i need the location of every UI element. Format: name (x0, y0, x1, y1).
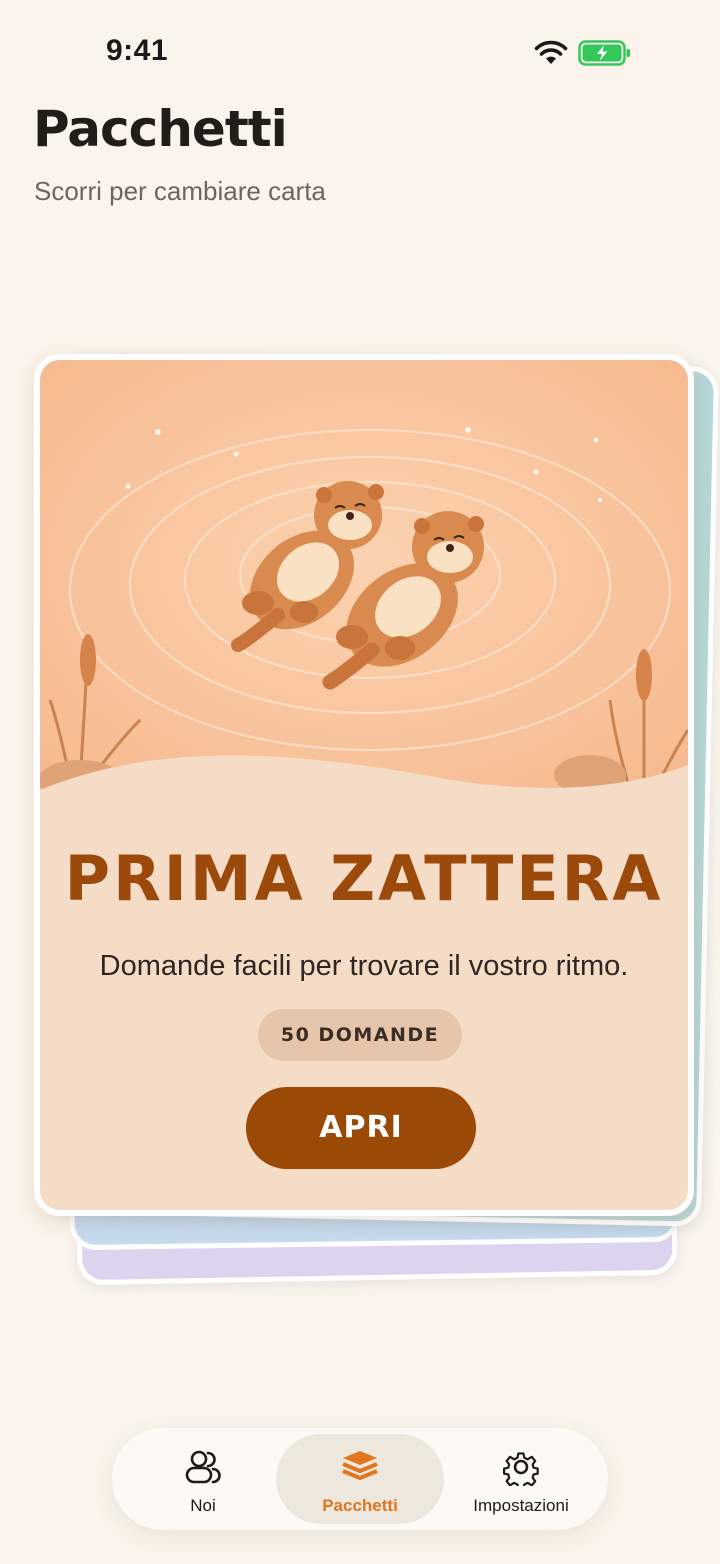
tab-pacchetti-label: Pacchetti (322, 1496, 398, 1515)
tab-impostazioni-label: Impostazioni (473, 1496, 569, 1515)
deck-description: Domande facili per trovare il vostro rit… (99, 950, 629, 982)
page-subtitle: Scorri per cambiare carta (34, 176, 326, 206)
tab-bar: Noi Pacchetti Impostazioni (112, 1428, 608, 1530)
status-time: 9:41 (106, 34, 169, 67)
deck-card[interactable]: PRIMA ZATTERA Domande facili per trovare… (34, 354, 694, 1216)
battery-icon (578, 40, 630, 66)
tab-impostazioni[interactable]: Impostazioni (446, 1434, 596, 1524)
people-icon (185, 1450, 221, 1484)
open-deck-button[interactable]: APRI (246, 1087, 476, 1169)
stack-icon (342, 1451, 378, 1480)
gear-icon (503, 1452, 539, 1486)
question-count-badge: 50 DOMANDE (258, 1009, 462, 1061)
tab-noi[interactable]: Noi (128, 1434, 278, 1524)
otters-illustration (40, 360, 688, 810)
deck-title: PRIMA ZATTERA (64, 842, 664, 915)
page-title: Pacchetti (33, 100, 288, 158)
wifi-icon (534, 40, 568, 64)
tab-noi-label: Noi (190, 1496, 216, 1515)
tab-pacchetti[interactable]: Pacchetti (276, 1434, 444, 1524)
